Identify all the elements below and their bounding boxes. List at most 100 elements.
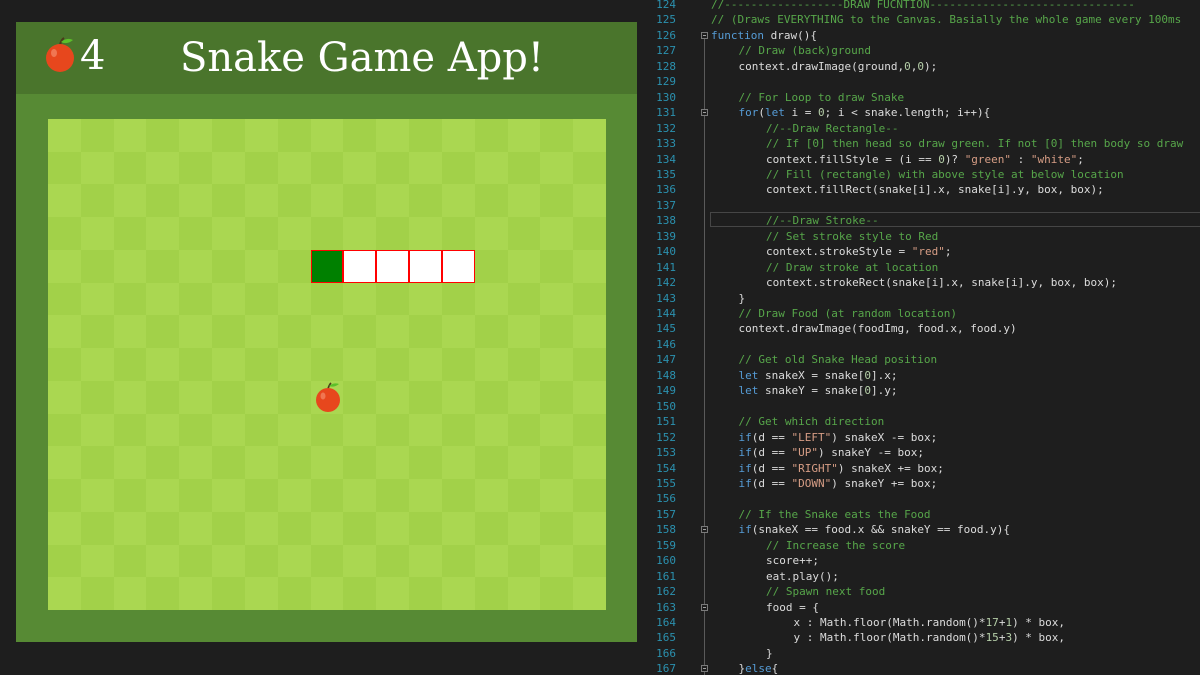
collapse-icon[interactable]: [701, 603, 708, 611]
code-token: // If the Snake eats the Food: [738, 507, 931, 521]
code-line[interactable]: 143}: [640, 291, 1200, 307]
code-text: // Spawn next food: [766, 584, 885, 600]
code-token: x : Math.floor(Math.random()*: [793, 616, 986, 629]
code-line[interactable]: 139 // Set stroke style to Red: [640, 229, 1200, 245]
code-token: ].x;: [870, 368, 898, 382]
code-line[interactable]: 141 // Draw stroke at location: [640, 260, 1200, 276]
code-token: ) * box,: [1012, 631, 1066, 645]
code-line[interactable]: 145 context.drawImage(foodImg, food.x, fo…: [640, 321, 1200, 337]
code-line[interactable]: 163 food = {: [640, 600, 1200, 616]
code-line[interactable]: 130 // For Loop to draw Snake: [640, 90, 1200, 106]
code-line[interactable]: 158 if(snakeX == food.x && snakeY == food…: [640, 522, 1200, 538]
code-line[interactable]: 129: [640, 74, 1200, 90]
code-token: context.fillRect(snake[i].x, snake[i].y,…: [766, 183, 1104, 197]
code-line[interactable]: 150: [640, 399, 1200, 415]
code-token: ) snakeY -= box;: [818, 446, 924, 460]
code-line[interactable]: 154 if(d == "RIGHT") snakeX += box;: [640, 461, 1200, 477]
code-line[interactable]: 156: [640, 491, 1200, 507]
code-line[interactable]: 137: [640, 198, 1200, 214]
code-line[interactable]: 134 context.fillStyle = (i == 0)? "green"…: [640, 152, 1200, 168]
code-token: context.strokeRect(snake[i].x, snake[i].…: [766, 276, 1117, 290]
code-line[interactable]: 166}: [640, 646, 1200, 662]
line-number: 164: [656, 616, 676, 629]
code-token: "RIGHT": [791, 461, 838, 475]
code-line[interactable]: 131 for(let i = 0; i < snake.length; i++)…: [640, 105, 1200, 121]
code-line[interactable]: 155 if(d == "DOWN") snakeY += box;: [640, 476, 1200, 492]
code-token: (: [758, 106, 765, 120]
code-text: // Draw stroke at location: [766, 260, 938, 276]
code-line[interactable]: 148 let snakeX = snake[0].x;: [640, 368, 1200, 384]
code-line[interactable]: 149 let snakeY = snake[0].y;: [640, 383, 1200, 399]
line-number: 145: [656, 322, 676, 336]
code-text: function draw(){: [711, 28, 817, 44]
code-token: let: [738, 368, 759, 382]
code-line[interactable]: 157 // If the Snake eats the Food: [640, 507, 1200, 523]
code-line[interactable]: 140 context.strokeStyle = "red";: [640, 244, 1200, 260]
code-token: let: [738, 384, 759, 398]
code-text: // If the Snake eats the Food: [739, 507, 931, 523]
code-line[interactable]: 146: [640, 337, 1200, 353]
code-text: }: [766, 646, 773, 662]
code-token: context.drawImage(ground,: [738, 59, 905, 73]
code-text: // Set stroke style to Red: [766, 229, 938, 245]
code-line[interactable]: 159 // Increase the score: [640, 538, 1200, 554]
code-line[interactable]: 142 context.strokeRect(snake[i].x, snake[…: [640, 275, 1200, 291]
code-token: draw(){: [763, 28, 817, 42]
code-line[interactable]: 161 eat.play();: [640, 569, 1200, 585]
code-token: "white": [1030, 152, 1078, 166]
code-line[interactable]: 133 // If [0] then head so draw green. If…: [640, 136, 1200, 152]
code-text: context.fillRect(snake[i].x, snake[i].y,…: [766, 182, 1104, 198]
code-line[interactable]: 138 //--Draw Stroke--: [640, 213, 1200, 229]
collapse-icon[interactable]: [701, 526, 708, 534]
game-header: 4 Snake Game App!: [16, 22, 637, 94]
code-token: else: [745, 662, 772, 675]
code-token: "green": [964, 152, 1012, 166]
code-line[interactable]: 128 context.drawImage(ground,0,0);: [640, 59, 1200, 75]
code-line[interactable]: 160 score++;: [640, 553, 1200, 569]
code-text: // For Loop to draw Snake: [739, 90, 905, 106]
code-line[interactable]: 164 x : Math.floor(Math.random()*17+1) * …: [640, 615, 1200, 631]
code-token: function: [711, 28, 764, 42]
code-line[interactable]: 144 // Draw Food (at random location): [640, 306, 1200, 322]
line-number: 139: [656, 229, 676, 243]
code-line[interactable]: 125 // (Draws EVERYTHING to the Canvas. B…: [640, 12, 1200, 28]
line-number: 154: [656, 461, 676, 475]
code-editor[interactable]: 124 //------------------DRAW FUCNTION----…: [640, 0, 1200, 675]
code-text: food = {: [766, 600, 819, 616]
code-line[interactable]: 124 //------------------DRAW FUCNTION----…: [640, 0, 1200, 13]
code-token: ) snakeX += box;: [837, 461, 944, 475]
code-line[interactable]: 136 context.fillRect(snake[i].x, snake[i]…: [640, 182, 1200, 198]
code-line[interactable]: 127 // Draw (back)ground: [640, 43, 1200, 59]
code-token: 17: [985, 616, 999, 629]
code-text: // Increase the score: [766, 538, 905, 554]
code-text: score++;: [766, 553, 819, 569]
code-text: context.drawImage(ground,0,0);: [739, 59, 938, 75]
code-line[interactable]: 165 y : Math.floor(Math.random()*15+3) * …: [640, 630, 1200, 646]
code-text: // Get old Snake Head position: [739, 352, 938, 368]
code-text: context.fillStyle = (i == 0)? "green" : …: [766, 152, 1084, 168]
snake-body-segment: [409, 249, 442, 283]
collapse-icon[interactable]: [701, 31, 708, 39]
code-line[interactable]: 153 if(d == "UP") snakeY -= box;: [640, 445, 1200, 461]
code-token: )?: [944, 152, 965, 166]
code-token: ) snakeX -= box;: [831, 430, 938, 444]
code-line[interactable]: 151 // Get which direction: [640, 414, 1200, 430]
code-line[interactable]: 152 if(d == "LEFT") snakeX -= box;: [640, 430, 1200, 446]
code-line[interactable]: 126 function draw(){: [640, 28, 1200, 44]
collapse-icon[interactable]: [701, 109, 708, 117]
line-number: 165: [656, 631, 676, 645]
code-line[interactable]: 135 // Fill (rectangle) with above style …: [640, 167, 1200, 183]
line-number: 131: [656, 106, 676, 120]
code-line[interactable]: 132 //--Draw Rectangle--: [640, 121, 1200, 137]
code-token: // Set stroke style to Red: [766, 229, 939, 243]
code-token: context.drawImage(foodImg, food.x, food.…: [738, 322, 1017, 336]
code-line[interactable]: 147 // Get old Snake Head position: [640, 352, 1200, 368]
code-line[interactable]: 167}else{: [640, 661, 1200, 675]
collapse-icon[interactable]: [701, 665, 708, 673]
score-value: 4: [80, 33, 106, 79]
line-number: 146: [656, 337, 676, 351]
code-line[interactable]: 162 // Spawn next food: [640, 584, 1200, 600]
board-overlay: [48, 119, 606, 610]
line-number: 160: [656, 554, 676, 568]
line-number: 157: [656, 507, 676, 521]
